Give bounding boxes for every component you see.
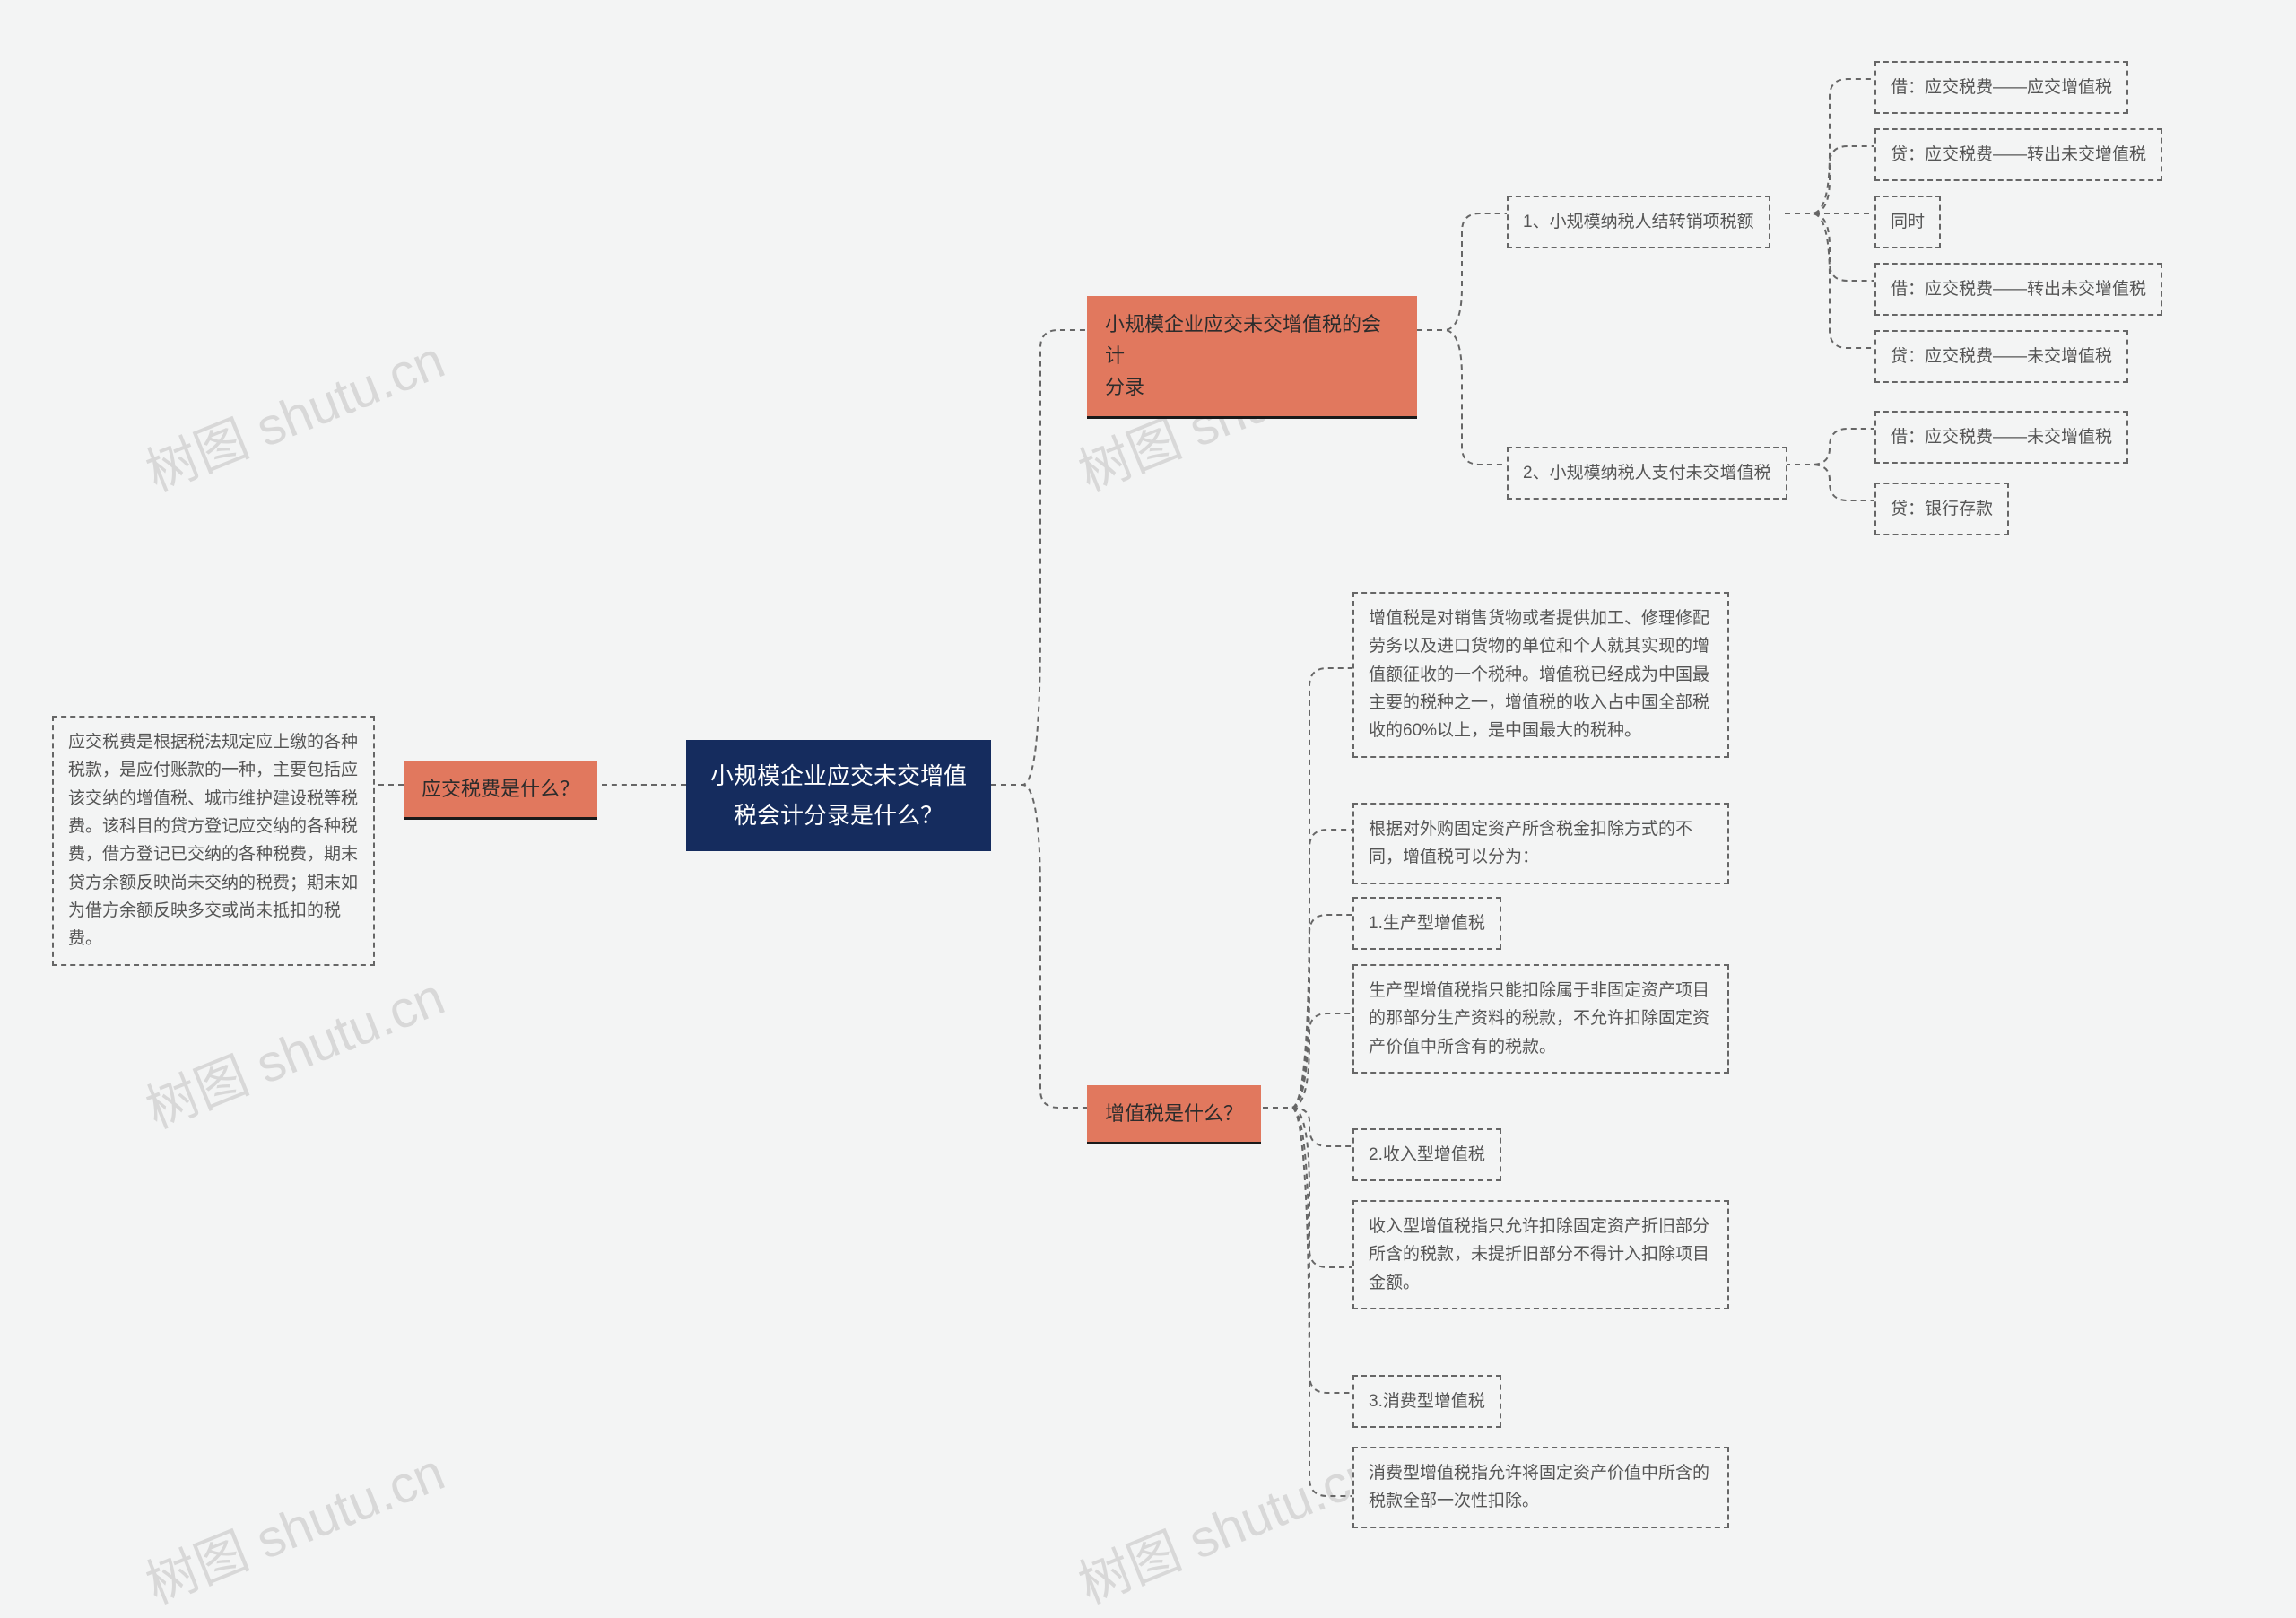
root-node[interactable]: 小规模企业应交未交增值税会计分录是什么？ (686, 740, 991, 851)
sub2-item-0: 借：应交税费——未交增值税 (1874, 411, 2128, 464)
sub1-item-4: 贷：应交税费——未交增值税 (1874, 330, 2128, 383)
r2-item-0: 增值税是对销售货物或者提供加工、修理修配劳务以及进口货物的单位和个人就其实现的增… (1352, 592, 1729, 758)
r2-item-5: 收入型增值税指只允许扣除固定资产折旧部分所含的税款，未提折旧部分不得计入扣除项目… (1352, 1200, 1729, 1309)
sub2-label[interactable]: 2、小规模纳税人支付未交增值税 (1507, 447, 1787, 500)
watermark: 树图 shutu.cn (134, 954, 454, 1143)
branch-left[interactable]: 应交税费是什么？ (404, 761, 597, 820)
r2-item-1: 根据对外购固定资产所含税金扣除方式的不同，增值税可以分为： (1352, 803, 1729, 884)
r2-item-6: 3.消费型增值税 (1352, 1375, 1501, 1428)
leaf-left-detail: 应交税费是根据税法规定应上缴的各种税款，是应付账款的一种，主要包括应该交纳的增值… (52, 716, 375, 966)
watermark: 树图 shutu.cn (134, 318, 454, 506)
sub1-label[interactable]: 1、小规模纳税人结转销项税额 (1507, 196, 1770, 248)
sub1-item-0: 借：应交税费——应交增值税 (1874, 61, 2128, 114)
r2-item-3: 生产型增值税指只能扣除属于非固定资产项目的那部分生产资料的税款，不允许扣除固定资… (1352, 964, 1729, 1074)
sub2-item-1: 贷：银行存款 (1874, 483, 2009, 535)
r2-item-7: 消费型增值税指允许将固定资产价值中所含的税款全部一次性扣除。 (1352, 1447, 1729, 1528)
watermark: 树图 shutu.cn (1066, 1430, 1387, 1618)
watermark: 树图 shutu.cn (134, 1430, 454, 1618)
sub1-item-2: 同时 (1874, 196, 1941, 248)
branch-right1[interactable]: 小规模企业应交未交增值税的会计分录 (1087, 296, 1417, 419)
sub1-item-1: 贷：应交税费——转出未交增值税 (1874, 128, 2162, 181)
sub1-item-3: 借：应交税费——转出未交增值税 (1874, 263, 2162, 316)
branch-right2[interactable]: 增值税是什么？ (1087, 1085, 1261, 1144)
r2-item-2: 1.生产型增值税 (1352, 897, 1501, 950)
r2-item-4: 2.收入型增值税 (1352, 1128, 1501, 1181)
